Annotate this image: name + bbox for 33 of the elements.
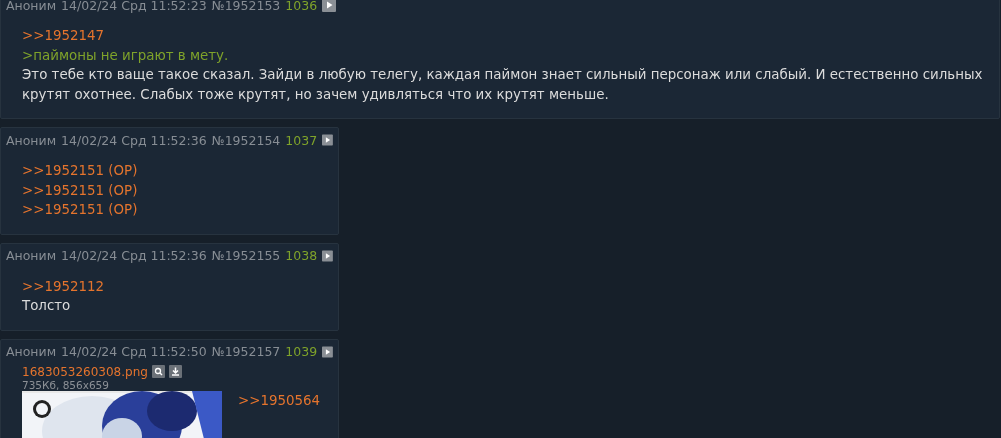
poster-name: Аноним — [6, 0, 57, 13]
post-number[interactable]: №1952154 — [211, 132, 281, 148]
file-info: 735Кб, 856x659 — [22, 378, 109, 391]
post-number[interactable]: №1952155 — [211, 248, 281, 263]
post-index: 1039 — [285, 344, 318, 359]
reply-link[interactable]: >>1952151 (OP) — [22, 200, 333, 220]
post-text: Толсто — [22, 297, 72, 315]
reply-link[interactable]: >>1950564 — [238, 390, 321, 410]
poster-name: Аноним — [6, 344, 57, 359]
play-icon[interactable] — [322, 344, 333, 359]
poster-name: Аноним — [6, 132, 57, 148]
play-icon[interactable] — [322, 248, 333, 263]
reply-link[interactable]: >>1952151 (OP) — [22, 180, 333, 200]
download-icon[interactable] — [168, 365, 182, 378]
reply-link[interactable]: >>1952147 — [22, 26, 994, 46]
play-icon[interactable] — [322, 0, 337, 12]
reply-link[interactable]: >>1952112 — [22, 276, 333, 296]
post-index: 1038 — [285, 248, 318, 263]
file-link[interactable]: 1683053260308.png — [22, 364, 148, 379]
post-text: Это тебе кто ваще такое сказал. Зайди в любую телегу, каждая паймон знает сильный персонаж или слабый. И естественно сильных крутят охотнее. Слабых тоже крутят, но зачем удивляться что их крутят меньше. — [22, 66, 984, 104]
quote-text: >паймоны не играют в мету. — [22, 46, 230, 65]
post-index: 1036 — [285, 0, 318, 13]
post-index: 1037 — [285, 132, 318, 148]
post-number[interactable]: №1952153 — [211, 0, 281, 13]
post-date: 14/02/24 Срд 11:52:23 — [61, 0, 207, 13]
post-date: 14/02/24 Срд 11:52:36 — [61, 248, 207, 263]
post-number[interactable]: №1952157 — [211, 344, 281, 359]
post-date: 14/02/24 Срд 11:52:50 — [61, 344, 207, 359]
reply-link[interactable]: >>1952151 (OP) — [22, 161, 333, 181]
search-icon[interactable] — [151, 365, 165, 378]
poster-name: Аноним — [6, 248, 57, 263]
post-date: 14/02/24 Срд 11:52:36 — [61, 132, 207, 148]
play-icon[interactable] — [322, 133, 333, 147]
